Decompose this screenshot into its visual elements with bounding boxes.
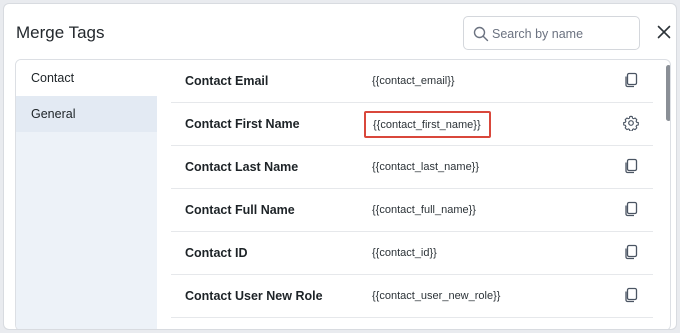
table-row: Contact Last Name {{contact_last_name}} (171, 146, 653, 189)
scrollbar-thumb[interactable] (666, 65, 670, 121)
search-icon (473, 26, 489, 42)
table-row: Contact ID {{contact_id}} (171, 232, 653, 275)
copy-icon[interactable] (623, 72, 639, 88)
sidebar-item-label: Contact (31, 71, 75, 85)
table-row: Contact First Name {{contact_first_name}… (171, 103, 653, 146)
sidebar-item-contact[interactable]: Contact (16, 60, 157, 96)
copy-icon[interactable] (623, 287, 639, 303)
search-input[interactable] (492, 23, 632, 44)
scrollbar[interactable] (665, 60, 670, 329)
merge-tag-list: Contact Email {{contact_email}} Contact … (171, 60, 653, 329)
merge-tags-dialog: Merge Tags Contact General Contact Email… (3, 3, 677, 330)
copy-icon[interactable] (623, 201, 639, 217)
close-icon[interactable] (657, 25, 671, 39)
tag-code-highlighted[interactable]: {{contact_first_name}} (364, 111, 491, 138)
copy-icon[interactable] (623, 158, 639, 174)
dialog-title: Merge Tags (16, 23, 105, 42)
tag-code[interactable]: {{contact_id}} (372, 247, 437, 259)
tag-name: Contact Last Name (185, 160, 299, 174)
tag-name: Contact First Name (185, 117, 300, 131)
sidebar-item-general[interactable]: General (16, 96, 157, 132)
tag-name: Contact ID (185, 246, 248, 260)
table-row: Contact Email {{contact_email}} (171, 60, 653, 103)
table-row: Contact Full Name {{contact_full_name}} (171, 189, 653, 232)
tags-panel: Contact General Contact Email {{contact_… (15, 59, 671, 329)
tag-code[interactable]: {{contact_full_name}} (372, 204, 476, 216)
copy-icon[interactable] (623, 244, 639, 260)
sidebar-item-label: General (31, 107, 76, 121)
tag-name: Contact Email (185, 74, 269, 88)
tag-name: Contact User New Role (185, 289, 323, 303)
search-box[interactable] (463, 16, 640, 50)
tag-code[interactable]: {{contact_last_name}} (372, 161, 479, 173)
table-row: Contact User New Role {{contact_user_new… (171, 275, 653, 318)
category-sidebar: Contact General (16, 60, 157, 329)
tag-code[interactable]: {{contact_user_new_role}} (372, 290, 500, 302)
gear-icon[interactable] (623, 115, 639, 131)
tag-name: Contact Full Name (185, 203, 295, 217)
tag-code[interactable]: {{contact_email}} (372, 75, 455, 87)
